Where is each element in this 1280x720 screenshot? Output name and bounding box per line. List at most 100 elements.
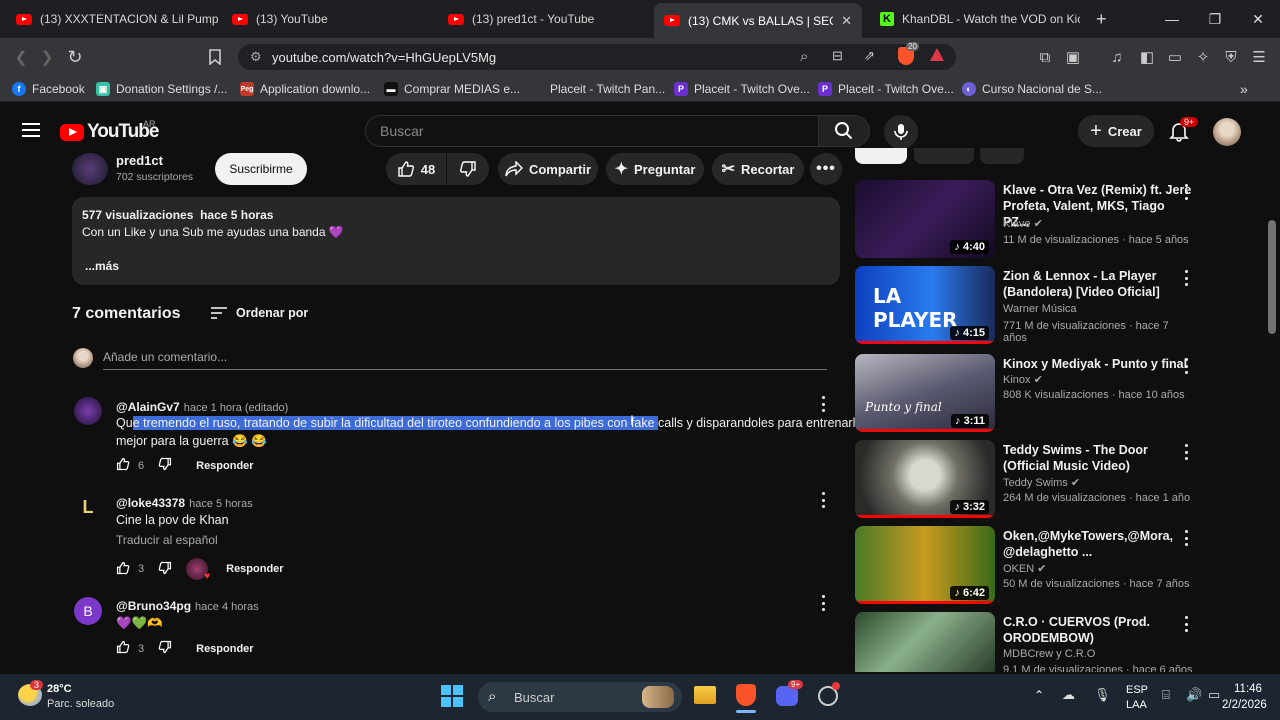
bookmark-curso[interactable]: ◐ Curso Nacional de S... (962, 80, 1102, 98)
search-button[interactable] (818, 115, 870, 147)
video-options-icon[interactable] (1183, 184, 1189, 200)
show-more-link[interactable]: ...más (85, 259, 119, 273)
bookmark-placeit-1[interactable]: Placeit - Twitch Pan... (530, 80, 665, 98)
description-box[interactable]: 577 visualizaciones hace 5 horas Con un … (72, 197, 840, 285)
menu-icon[interactable]: ☰ (1248, 46, 1270, 68)
video-channel[interactable]: Kinox ✔ (1003, 373, 1043, 386)
volume-icon[interactable]: 🔊 (1186, 687, 1202, 703)
tab-xxxtentacion[interactable]: (13) XXXTENTACION & Lil Pump - (6, 0, 218, 38)
comment-time[interactable]: hace 4 horas (195, 601, 259, 613)
dislike-button[interactable] (447, 153, 489, 185)
video-channel[interactable]: Warner Música (1003, 303, 1077, 315)
back-icon[interactable]: ❮ (10, 46, 32, 68)
reply-button[interactable]: Responder (226, 563, 283, 575)
tab-youtube[interactable]: (13) YouTube (222, 0, 434, 38)
video-title[interactable]: Teddy Swims - The Door (Official Music V… (1003, 442, 1193, 474)
onedrive-icon[interactable]: ☁ (1062, 687, 1075, 703)
comment-dislike-icon[interactable] (158, 457, 172, 474)
vpn-shield-icon[interactable]: ⛨ (1220, 46, 1242, 68)
wallet-icon[interactable]: ▭ (1164, 46, 1186, 68)
extensions-icon[interactable]: ⧉ (1034, 46, 1056, 68)
video-thumbnail[interactable]: LA PLAYER ♪ 4:15 (855, 266, 995, 344)
related-video[interactable]: ♪ 3:32 Teddy Swims - The Door (Official … (855, 440, 1195, 520)
video-thumbnail[interactable]: ♪ 6:42 (855, 526, 995, 604)
comment-avatar[interactable] (74, 397, 102, 425)
new-tab-button[interactable]: + (1086, 0, 1114, 38)
comment-dislike-icon[interactable] (158, 640, 172, 657)
ask-button[interactable]: ✦ Preguntar (606, 153, 704, 185)
video-channel[interactable]: MDBCrew y C.R.O (1003, 648, 1095, 660)
screenshot-icon[interactable]: ▣ (1062, 46, 1084, 68)
translate-link[interactable]: Traducir al español (116, 533, 218, 547)
network-icon[interactable]: ⌸ (1162, 687, 1170, 703)
search-input[interactable]: Buscar (365, 115, 819, 147)
site-info-icon[interactable]: ⚙ (250, 49, 262, 65)
reply-button[interactable]: Responder (196, 460, 253, 472)
related-video[interactable]: LA PLAYER ♪ 4:15 Zion & Lennox - La Playe… (855, 266, 1195, 346)
microphone-tray-icon[interactable]: 🎙 (1094, 687, 1111, 703)
filter-chip-all[interactable] (855, 148, 907, 164)
video-options-icon[interactable] (1183, 358, 1189, 374)
video-thumbnail[interactable] (855, 612, 995, 672)
related-video[interactable]: ♪ 6:42 Oken,@MykeTowers,@Mora, @delaghet… (855, 526, 1195, 606)
comment-avatar[interactable]: B (74, 597, 102, 625)
video-title[interactable]: C.R.O · CUERVOS (Prod. ORODEMBOW) (1003, 614, 1193, 646)
tab-khandbl[interactable]: K KhanDBL - Watch the VOD on Kic (870, 0, 1080, 38)
comment-dislike-icon[interactable] (158, 561, 172, 578)
bookmark-facebook[interactable]: f Facebook (12, 80, 85, 98)
video-thumbnail[interactable]: ♪ 3:32 (855, 440, 995, 518)
bookmark-placeit-2[interactable]: P Placeit - Twitch Ove... (674, 80, 810, 98)
related-video[interactable]: ♪ 4:40 Klave - Otra Vez (Remix) ft. Jere… (855, 180, 1195, 260)
clock-time[interactable]: 11:46 (1234, 683, 1262, 695)
taskbar-search-input[interactable]: ⌕ Buscar (478, 682, 682, 712)
comment-options-icon[interactable] (820, 396, 826, 412)
comment-time[interactable]: hace 1 hora (editado) (184, 402, 289, 414)
sort-comments-button[interactable]: Ordenar por (210, 306, 308, 320)
close-window-icon[interactable]: ✕ (1237, 0, 1279, 38)
reply-button[interactable]: Responder (196, 643, 253, 655)
clip-button[interactable]: ✂ Recortar (712, 153, 804, 185)
windows-start-icon[interactable] (441, 685, 463, 707)
minimize-icon[interactable]: — (1151, 0, 1193, 38)
battery-icon[interactable]: ▭ (1208, 687, 1220, 703)
tray-overflow-icon[interactable]: ⌃ (1034, 688, 1044, 702)
keyboard-layout[interactable]: LAA (1126, 699, 1147, 711)
filter-chip[interactable] (914, 148, 974, 164)
comment-like-icon[interactable] (116, 561, 130, 578)
comment-author[interactable]: @AlainGv7 (116, 400, 180, 414)
video-thumbnail[interactable]: Punto y final ♪ 3:11 (855, 354, 995, 432)
maximize-icon[interactable]: ❐ (1194, 0, 1236, 38)
search-page-icon[interactable]: ⌕ (800, 48, 808, 65)
tab-cmk-vs-ballas[interactable]: (13) CMK vs BALLAS | SEGUN ✕ (654, 3, 862, 38)
bookmark-comprar[interactable]: ▬ Comprar MEDIAS e... (384, 80, 520, 98)
video-thumbnail[interactable]: ♪ 4:40 (855, 180, 995, 258)
filter-chip[interactable] (980, 148, 1024, 164)
like-button[interactable]: 48 (386, 153, 446, 185)
video-channel[interactable]: Klave ✔ (1003, 217, 1043, 230)
media-icon[interactable]: ♫ (1106, 46, 1128, 68)
channel-name[interactable]: pred1ct (116, 153, 163, 168)
weather-icon[interactable]: 3 (18, 680, 44, 706)
comment-author[interactable]: @Bruno34pg (116, 599, 191, 613)
clock-date[interactable]: 2/2/2026 (1222, 699, 1267, 711)
settings-app-icon[interactable] (818, 682, 840, 706)
address-bar[interactable]: ⚙ youtube.com/watch?v=HhGUepLV5Mg ⌕ ⊟ ⇗ … (238, 42, 956, 70)
voice-search-button[interactable] (884, 115, 918, 149)
discord-icon[interactable]: 9+ (776, 680, 804, 706)
install-app-icon[interactable]: ⊟ (832, 48, 843, 64)
bookmark-application[interactable]: Peg Application downlo... (240, 80, 370, 98)
more-bookmarks-icon[interactable]: » (1240, 80, 1248, 98)
related-video[interactable]: C.R.O · CUERVOS (Prod. ORODEMBOW) MDBCre… (855, 612, 1195, 672)
share-button[interactable]: Compartir (498, 153, 598, 185)
video-channel[interactable]: OKEN ✔ (1003, 562, 1046, 575)
weather-condition[interactable]: Parc. soleado (47, 698, 114, 710)
bookmark-donation[interactable]: ▣ Donation Settings /... (96, 80, 227, 98)
video-options-icon[interactable] (1183, 444, 1189, 460)
brave-rewards-icon[interactable] (930, 48, 944, 61)
share-page-icon[interactable]: ⇗ (864, 48, 875, 64)
leo-ai-icon[interactable]: ✧ (1192, 46, 1214, 68)
more-actions-button[interactable]: ••• (810, 153, 842, 185)
forward-icon[interactable]: ❯ (36, 46, 58, 68)
related-video[interactable]: Punto y final ♪ 3:11 Kinox y Mediyak - P… (855, 354, 1195, 434)
language-code[interactable]: ESP (1126, 684, 1148, 696)
